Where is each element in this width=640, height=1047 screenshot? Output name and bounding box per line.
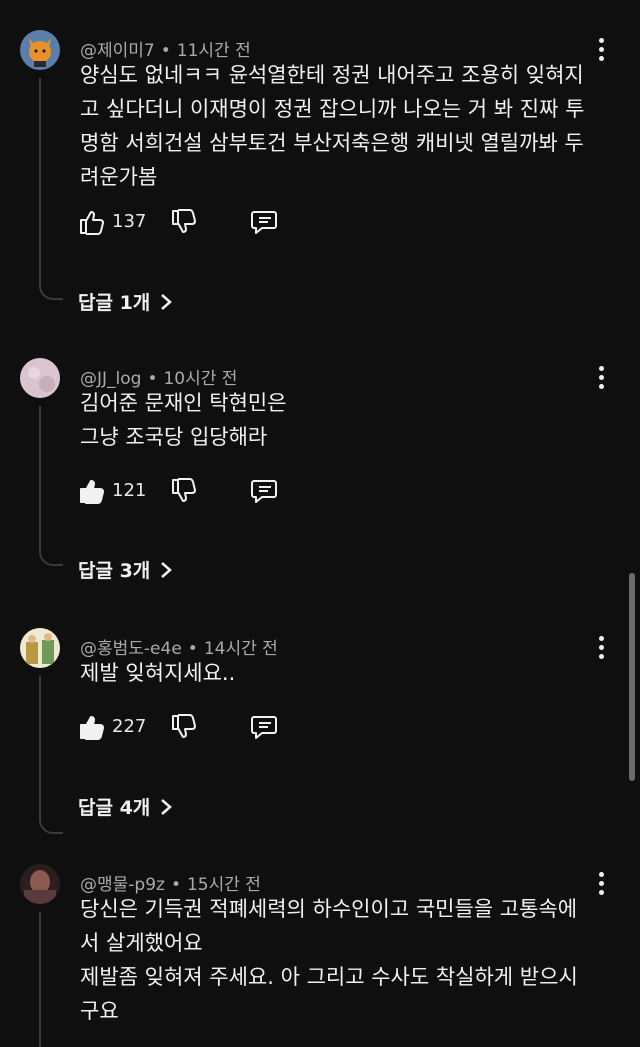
thread-connector <box>39 546 63 566</box>
dislike-icon[interactable] <box>170 208 198 236</box>
comment-text: 김어준 문재인 탁현민은 그냥 조국당 입당해라 <box>80 386 600 454</box>
more-options-icon[interactable] <box>590 38 612 64</box>
like-count: 227 <box>112 716 147 737</box>
comment-actions: 227 <box>78 713 318 743</box>
scrollbar-thumb[interactable] <box>629 573 635 781</box>
chevron-right-icon <box>161 562 173 578</box>
thread-line <box>39 78 41 280</box>
like-count: 121 <box>112 480 147 501</box>
comment-text: 당신은 기득권 적폐세력의 하수인이고 국민들을 고통속에 서 살게했어요 제발… <box>80 892 600 1028</box>
chevron-right-icon <box>161 294 173 310</box>
view-replies-button[interactable]: 답글 3개 <box>78 556 173 583</box>
comment-line: 구요 <box>80 999 119 1023</box>
comment-line: 제발좀 잊혀져 주세요. 아 그리고 수사도 착실하게 받으시 <box>80 965 578 989</box>
dislike-icon[interactable] <box>170 713 198 741</box>
like-icon[interactable] <box>78 477 106 505</box>
comment-line: 당신은 기득권 적폐세력의 하수인이고 국민들을 고통속에 <box>80 897 578 921</box>
reply-icon[interactable] <box>250 208 278 236</box>
comment-line: 그냥 조국당 입당해라 <box>80 425 268 449</box>
comment-text: 양심도 없네ㅋㅋ 윤석열한테 정권 내어주고 조용히 잊혀지 고 싶다더니 이재… <box>80 58 600 194</box>
replies-label: 답글 3개 <box>78 560 151 582</box>
avatar[interactable] <box>20 30 60 70</box>
thread-line <box>39 676 41 814</box>
avatar[interactable] <box>20 358 60 398</box>
comment-actions: 121 <box>78 477 318 507</box>
replies-label: 답글 4개 <box>78 797 151 819</box>
comment-line: 김어준 문재인 탁현민은 <box>80 391 287 415</box>
thread-line <box>39 912 41 1047</box>
more-options-icon[interactable] <box>590 636 612 662</box>
chevron-right-icon <box>161 799 173 815</box>
thread-connector <box>39 280 63 300</box>
more-options-icon[interactable] <box>590 872 612 898</box>
more-options-icon[interactable] <box>590 366 612 392</box>
comment-text: 제발 잊혀지세요.. <box>80 656 600 690</box>
like-count: 137 <box>112 211 147 232</box>
dislike-icon[interactable] <box>170 477 198 505</box>
view-replies-button[interactable]: 답글 4개 <box>78 793 173 820</box>
comment-line: 고 싶다더니 이재명이 정권 잡으니까 나오는 거 봐 진짜 투 <box>80 97 585 121</box>
comment-line: 서 살게했어요 <box>80 931 203 955</box>
like-icon[interactable] <box>78 208 106 236</box>
avatar[interactable] <box>20 628 60 668</box>
replies-label: 답글 1개 <box>78 292 151 314</box>
reply-icon[interactable] <box>250 713 278 741</box>
like-icon[interactable] <box>78 713 106 741</box>
view-replies-button[interactable]: 답글 1개 <box>78 288 173 315</box>
reply-icon[interactable] <box>250 477 278 505</box>
comment-line: 양심도 없네ㅋㅋ 윤석열한테 정권 내어주고 조용히 잊혀지 <box>80 63 584 87</box>
thread-connector <box>39 814 63 834</box>
comment-line: 명함 서희건설 삼부토건 부산저축은행 캐비넷 열릴까봐 두 <box>80 131 584 155</box>
comment-line: 려운가봄 <box>80 165 158 189</box>
thread-line <box>39 406 41 546</box>
comment-actions: 137 <box>78 208 318 238</box>
comment-line: 제발 잊혀지세요.. <box>80 661 236 685</box>
avatar[interactable] <box>20 864 60 904</box>
